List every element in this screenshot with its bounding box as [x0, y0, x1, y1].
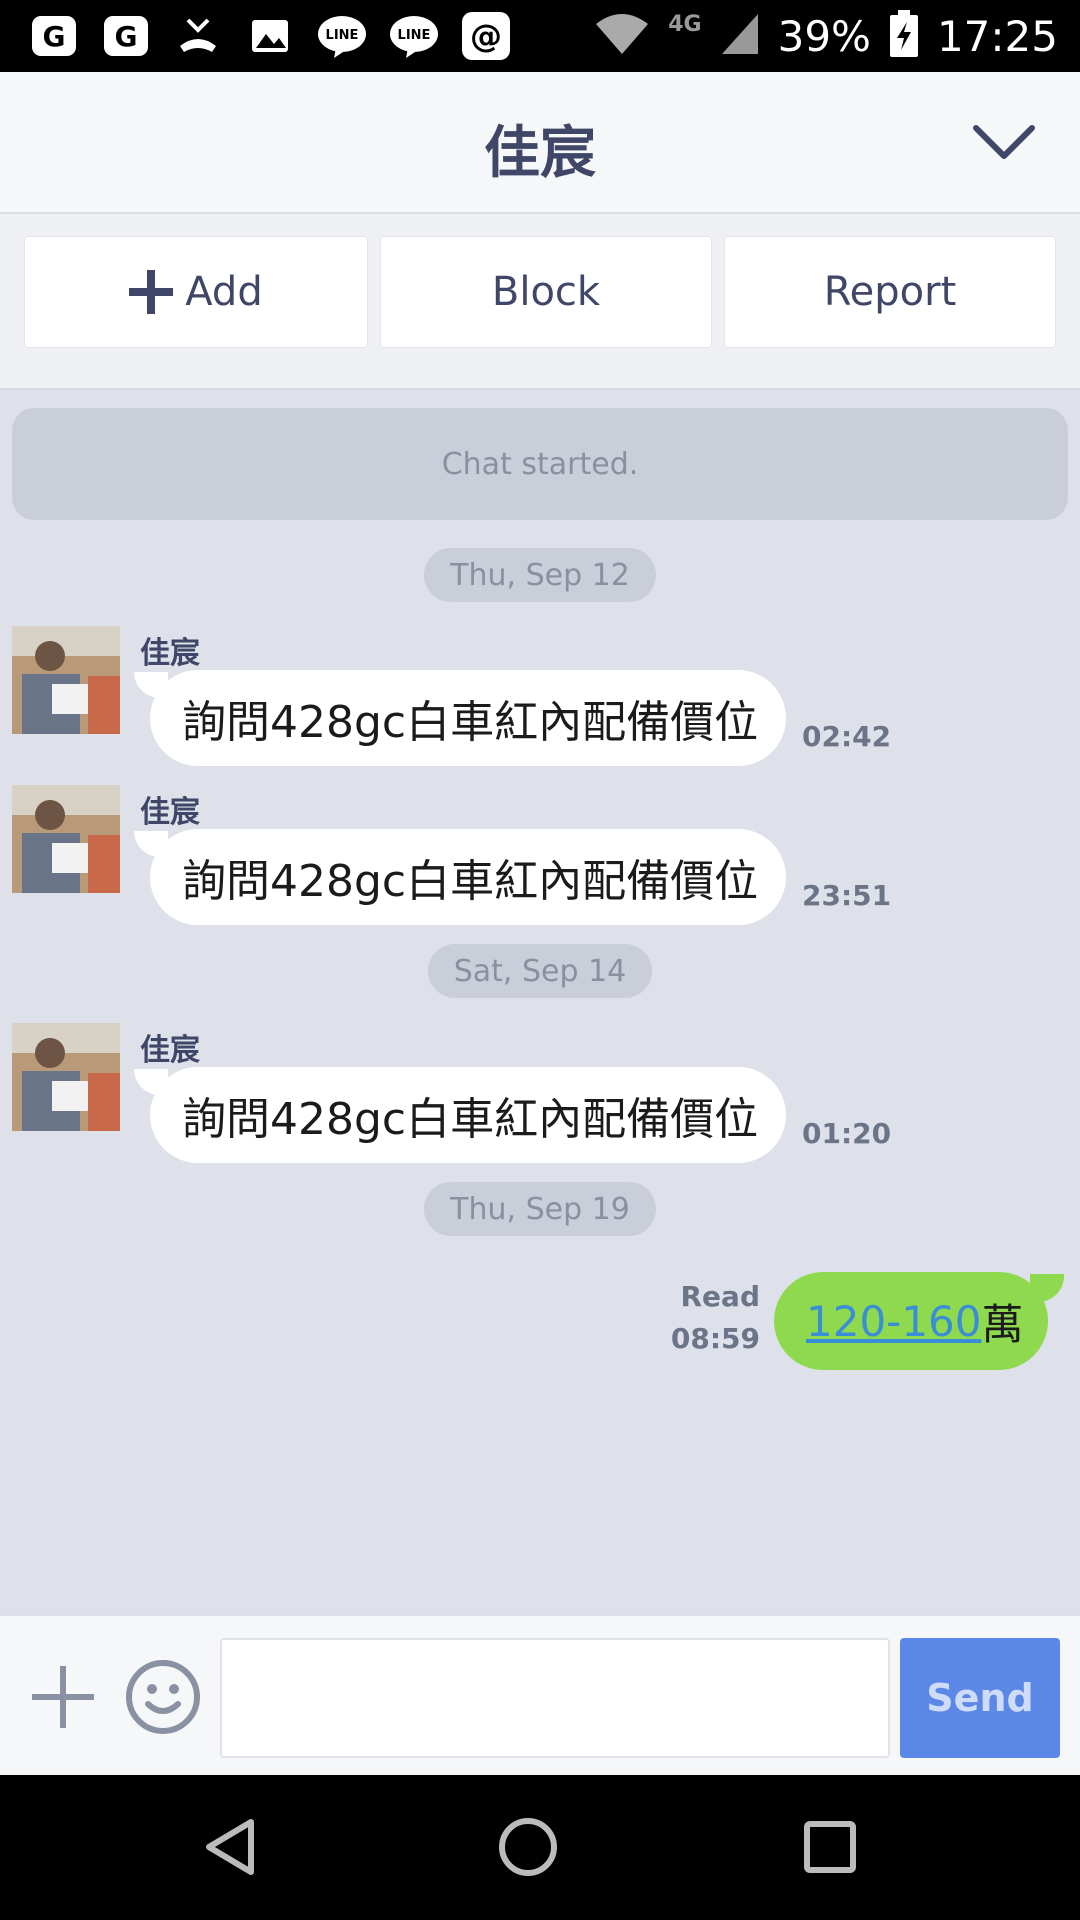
block-label: Block: [491, 269, 601, 315]
svg-text:G: G: [115, 20, 138, 53]
report-label: Report: [823, 269, 957, 315]
add-friend-button[interactable]: Add: [24, 236, 368, 348]
message-bubble[interactable]: 詢問428gc白車紅內配備價位: [134, 829, 786, 925]
line-icon: LINE: [388, 12, 440, 60]
message-time: 23:51: [802, 879, 892, 912]
date-separator: Sat, Sep 14: [428, 944, 652, 998]
missed-call-icon: [172, 12, 224, 60]
chat-area[interactable]: Chat started. Thu, Sep 12 佳宸 詢問428gc白車紅內…: [0, 390, 1080, 1615]
system-nav-bar: [0, 1775, 1080, 1920]
message-time: 02:42: [802, 720, 892, 753]
avatar[interactable]: [12, 626, 120, 734]
status-right: 4G 39% 17:25: [594, 0, 1058, 72]
sender-name: 佳宸: [140, 795, 200, 830]
message-input[interactable]: [220, 1638, 890, 1758]
svg-text:@: @: [470, 17, 502, 55]
image-icon: [244, 12, 296, 60]
battery-icon: [889, 10, 919, 62]
date-separator: Thu, Sep 12: [424, 548, 656, 602]
chat-header: 佳宸: [0, 72, 1080, 214]
signal-icon: [720, 12, 760, 60]
svg-text:LINE: LINE: [398, 28, 431, 43]
sender-name: 佳宸: [140, 1033, 200, 1068]
avatar[interactable]: [12, 1023, 120, 1131]
svg-text:G: G: [43, 20, 66, 53]
page-title: 佳宸: [484, 121, 596, 186]
message-input-bar: Send: [0, 1615, 1080, 1775]
line-icon: LINE: [316, 12, 368, 60]
back-icon[interactable]: [188, 1805, 272, 1889]
block-button[interactable]: Block: [380, 236, 712, 348]
avatar[interactable]: [12, 785, 120, 893]
battery-percent: 39%: [777, 11, 871, 61]
svg-text:LINE: LINE: [326, 28, 359, 43]
read-label: Read: [680, 1280, 761, 1313]
status-bar: G G LINE LINE @ 4G 39% 17:25: [0, 0, 1080, 72]
emoji-icon[interactable]: [124, 1658, 202, 1736]
message-time: 01:20: [802, 1117, 892, 1150]
clock: 17:25: [936, 11, 1058, 61]
network-type: 4G: [668, 11, 702, 37]
sender-name: 佳宸: [140, 636, 200, 671]
message-time: 08:59: [670, 1322, 760, 1355]
date-separator: Thu, Sep 19: [424, 1182, 656, 1236]
home-icon[interactable]: [486, 1805, 570, 1889]
send-button[interactable]: Send: [900, 1638, 1060, 1758]
action-bar: Add Block Report: [0, 214, 1080, 390]
google-icon: G: [28, 12, 80, 60]
system-message: Chat started.: [12, 408, 1068, 520]
plus-icon[interactable]: [28, 1662, 98, 1732]
chevron-down-icon[interactable]: [968, 116, 1040, 168]
google-icon: G: [100, 12, 152, 60]
add-label: Add: [185, 269, 263, 315]
plus-icon: [129, 270, 174, 314]
wifi-icon: [594, 12, 650, 60]
message-bubble[interactable]: 詢問428gc白車紅內配備價位: [134, 1067, 786, 1163]
read-receipt: Read 08:59: [660, 1276, 760, 1360]
message-suffix: 萬: [981, 1299, 1024, 1349]
outgoing-message-bubble[interactable]: 120-160 萬: [774, 1272, 1064, 1370]
at-sign-icon: @: [460, 12, 512, 60]
message-bubble[interactable]: 詢問428gc白車紅內配備價位: [134, 670, 786, 766]
notification-icons: G G LINE LINE @: [28, 10, 512, 62]
price-link[interactable]: 120-160: [806, 1297, 982, 1346]
report-button[interactable]: Report: [724, 236, 1056, 348]
recents-icon[interactable]: [788, 1805, 872, 1889]
